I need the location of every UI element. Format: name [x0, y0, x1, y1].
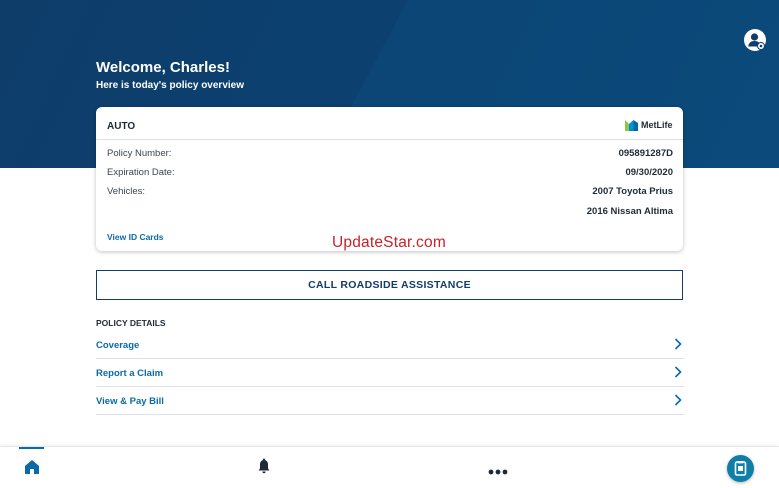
report-claim-label: Report a Claim: [96, 368, 164, 379]
nav-notifications-button[interactable]: [256, 458, 272, 475]
nav-home-button[interactable]: [23, 458, 41, 476]
id-card-icon: [734, 461, 747, 476]
welcome-subtitle: Here is today's policy overview: [96, 80, 244, 91]
more-dots-icon: [488, 469, 508, 475]
view-id-cards-link[interactable]: View ID Cards: [107, 232, 164, 242]
coverage-label: Coverage: [96, 340, 140, 351]
vehicle-1-value: 2007 Toyota Prius: [592, 186, 673, 197]
bottom-navigation: [0, 446, 779, 488]
policy-card-header: AUTO MetLife: [96, 107, 683, 140]
chevron-right-icon: [674, 338, 682, 350]
metlife-logo: MetLife: [625, 118, 673, 132]
expiration-date-value: 09/30/2020: [625, 167, 673, 178]
bell-icon: [258, 458, 270, 474]
welcome-heading: Welcome, Charles!: [96, 59, 230, 76]
chevron-right-icon: [674, 394, 682, 406]
home-icon: [25, 460, 39, 474]
vehicles-label: Vehicles:: [107, 186, 146, 197]
nav-more-button[interactable]: [487, 463, 509, 475]
policy-number-value: 095891287D: [618, 148, 673, 159]
report-claim-item[interactable]: Report a Claim: [96, 359, 684, 387]
policy-card: AUTO MetLife Policy Number: 095891287D E…: [96, 107, 683, 251]
profile-button[interactable]: [744, 29, 766, 51]
policy-type: AUTO: [107, 121, 136, 132]
watermark-text: UpdateStar.com: [332, 234, 446, 251]
policy-details-heading: POLICY DETAILS: [96, 318, 166, 328]
insurer-name: MetLife: [641, 120, 673, 130]
metlife-mark-icon: [625, 119, 638, 131]
chevron-right-icon: [674, 366, 682, 378]
id-card-fab-button[interactable]: [727, 455, 754, 482]
call-roadside-assistance-button[interactable]: CALL ROADSIDE ASSISTANCE: [96, 270, 683, 300]
nav-active-indicator: [19, 447, 44, 449]
user-profile-icon: [748, 33, 765, 50]
policy-number-label: Policy Number:: [107, 148, 172, 159]
vehicle-2-value: 2016 Nissan Altima: [586, 206, 673, 217]
coverage-item[interactable]: Coverage: [96, 331, 684, 359]
view-pay-bill-label: View & Pay Bill: [96, 396, 164, 407]
view-pay-bill-item[interactable]: View & Pay Bill: [96, 387, 684, 415]
expiration-date-label: Expiration Date:: [107, 167, 175, 178]
